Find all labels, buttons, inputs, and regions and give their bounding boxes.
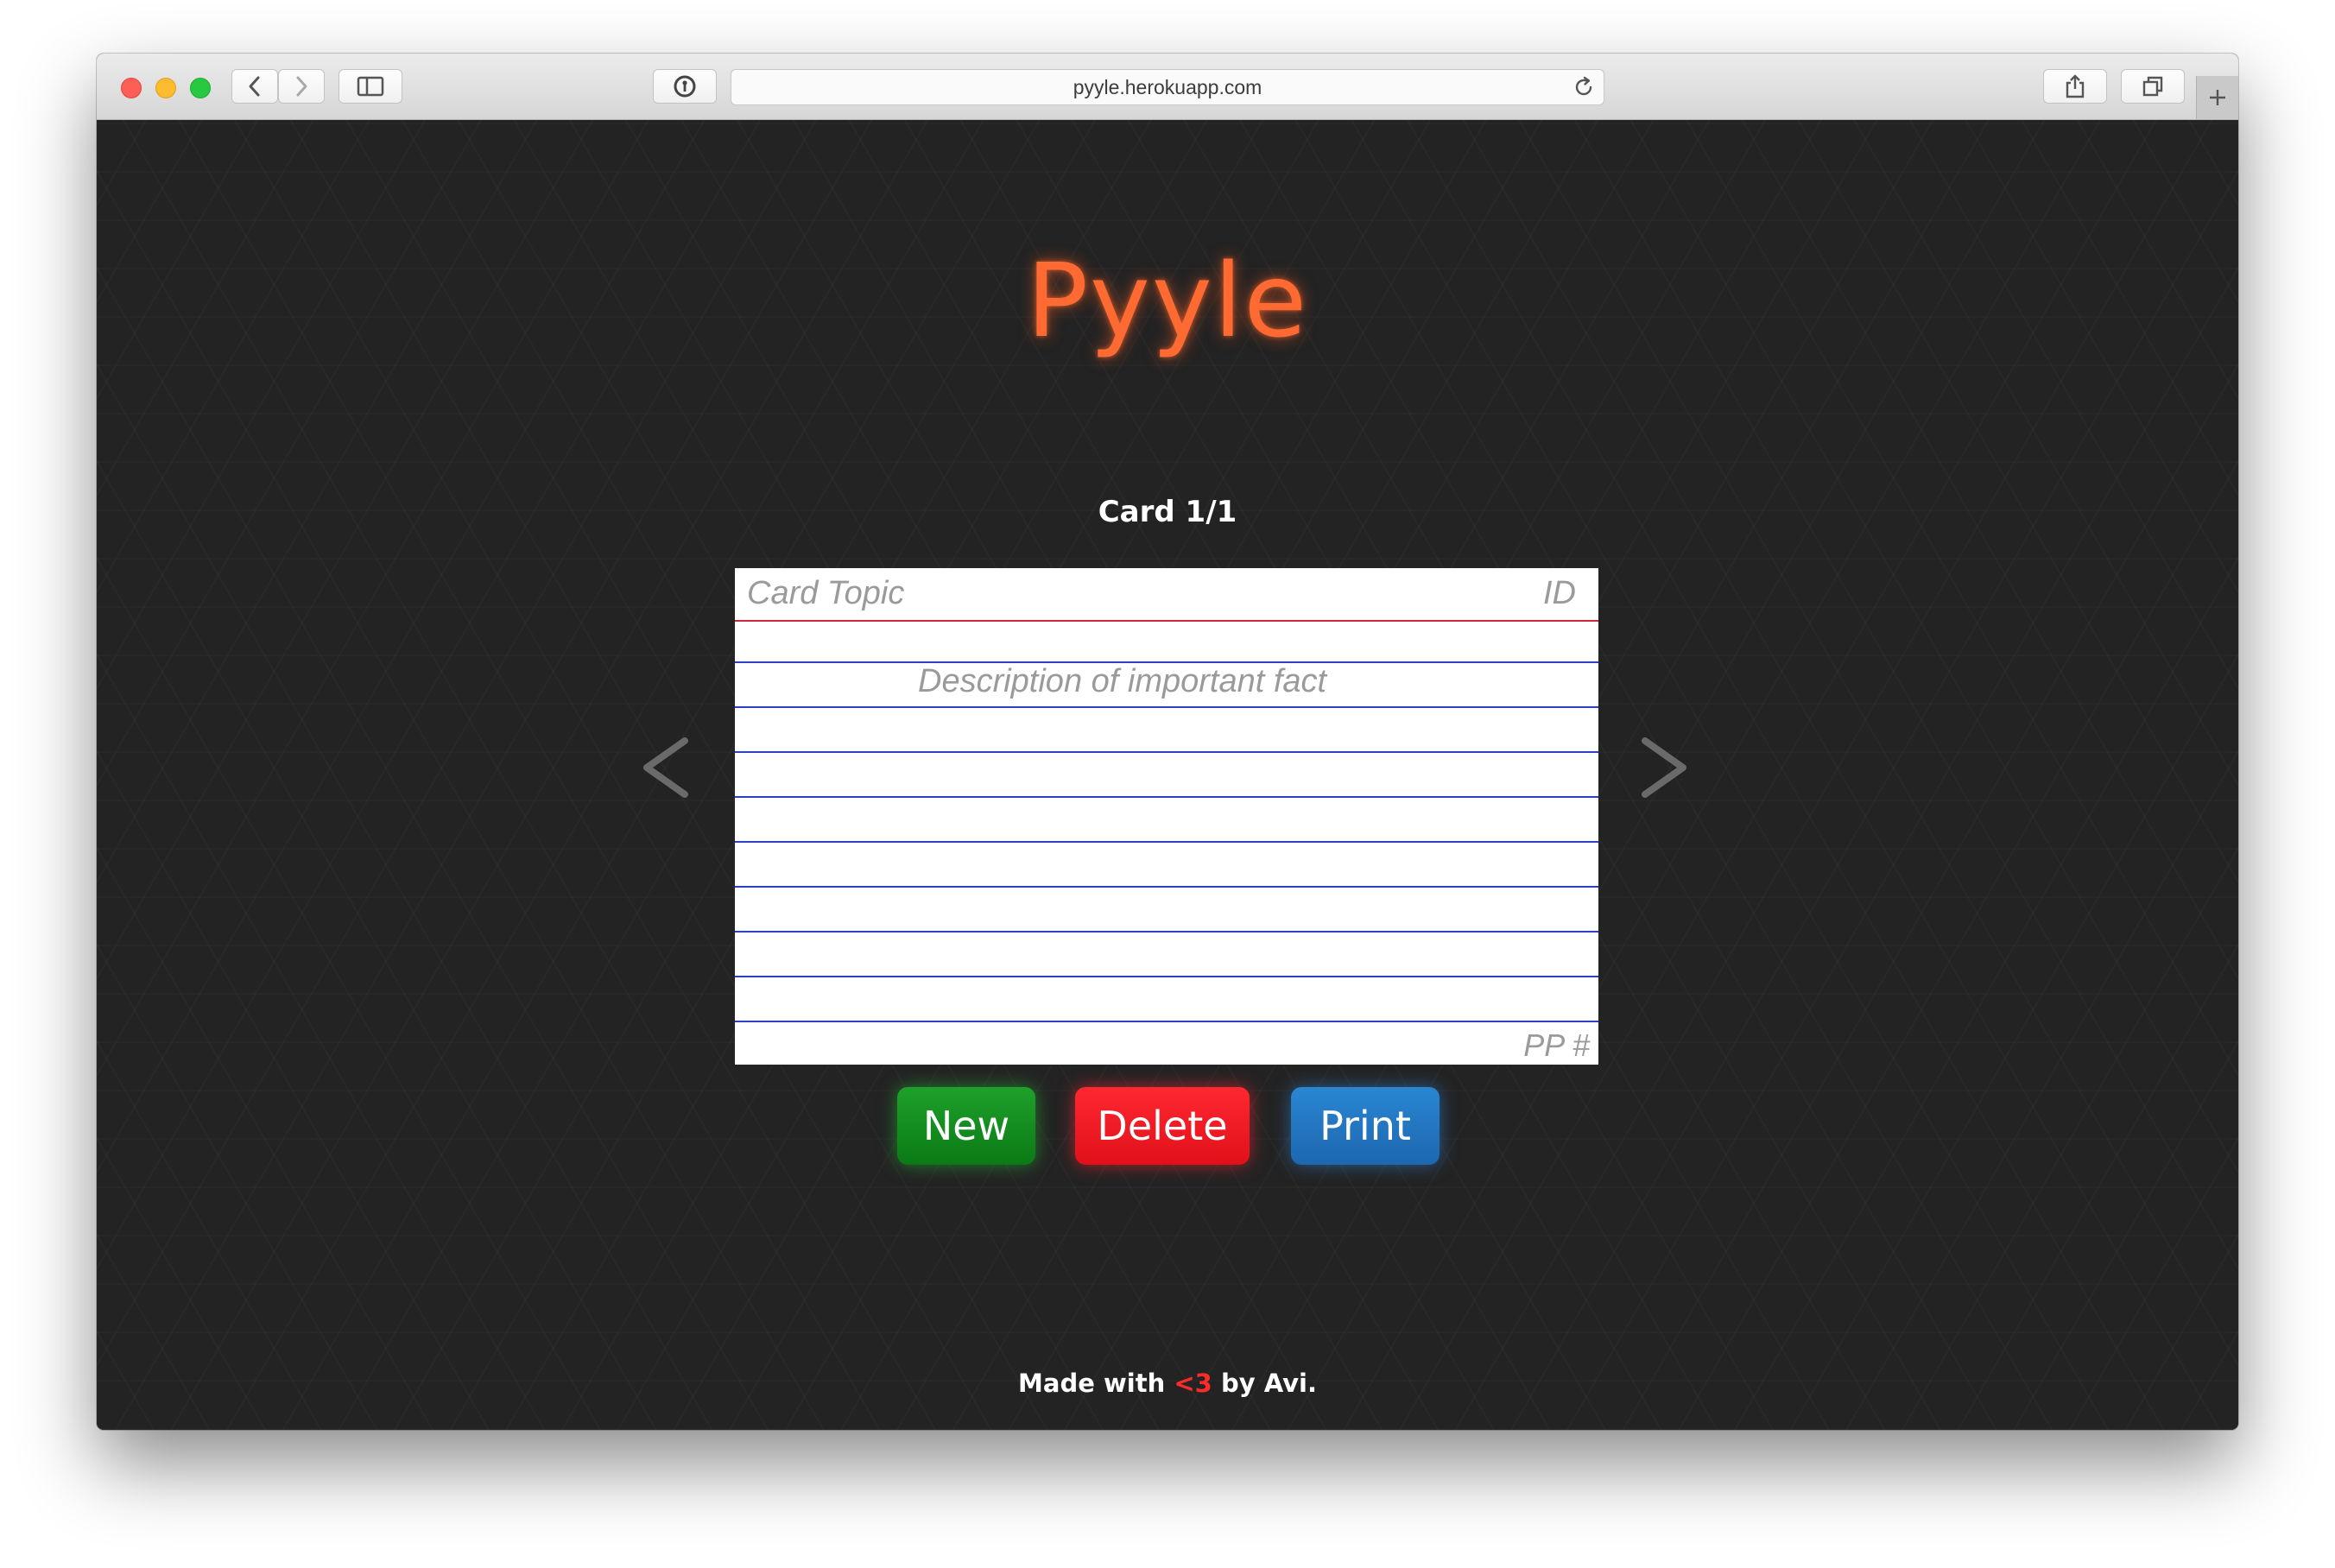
footer-prefix: Made with <box>1018 1369 1166 1398</box>
card-line <box>735 796 1598 798</box>
forward-button[interactable] <box>278 69 325 104</box>
new-card-button[interactable]: New <box>897 1087 1035 1165</box>
share-icon <box>2066 74 2085 98</box>
index-card: Card Topic ID Description of important f… <box>735 568 1598 1065</box>
card-line <box>735 886 1598 888</box>
chevron-left-icon <box>249 76 260 97</box>
card-line <box>735 751 1598 753</box>
browser-window: pyyle.herokuapp.com Pyyle Card 1/1 Card … <box>97 54 2238 1430</box>
footer-heart: <3 <box>1174 1369 1212 1398</box>
window-minimize-button[interactable] <box>155 78 176 98</box>
footer-suffix: by Avi. <box>1220 1369 1317 1398</box>
chevron-left-icon <box>643 737 688 798</box>
share-button[interactable] <box>2043 69 2107 104</box>
footer: Made with <3 by Avi. <box>97 1369 2238 1398</box>
window-zoom-button[interactable] <box>190 78 211 98</box>
card-page-input[interactable]: PP # <box>1523 1027 1590 1064</box>
sidebar-toggle-button[interactable] <box>339 69 402 104</box>
key-icon <box>674 75 696 98</box>
print-button[interactable]: Print <box>1291 1087 1440 1165</box>
reload-icon <box>1575 76 1592 96</box>
address-bar[interactable]: pyyle.herokuapp.com <box>731 69 1604 105</box>
password-button[interactable] <box>653 69 717 104</box>
delete-card-button[interactable]: Delete <box>1075 1087 1250 1165</box>
sidebar-icon <box>357 76 384 97</box>
browser-toolbar: pyyle.herokuapp.com <box>97 54 2238 120</box>
card-fact-input[interactable]: Description of important fact <box>918 663 1326 700</box>
window-close-button[interactable] <box>121 78 142 98</box>
plus-icon <box>2210 90 2225 105</box>
card-id-input[interactable]: ID <box>1543 575 1576 612</box>
card-topic-input[interactable]: Card Topic <box>747 575 904 612</box>
reload-button[interactable] <box>1572 76 1595 104</box>
card-header: Card Topic ID <box>735 568 1598 622</box>
back-button[interactable] <box>231 69 278 104</box>
card-line <box>735 1021 1598 1022</box>
card-counter: Card 1/1 <box>1098 495 1237 529</box>
next-card-button[interactable] <box>1629 724 1698 811</box>
app-logo: Pyyle <box>1026 241 1309 360</box>
tabs-icon <box>2142 76 2163 97</box>
chevron-right-icon <box>1642 737 1686 798</box>
card-line <box>735 976 1598 977</box>
card-line <box>735 841 1598 843</box>
card-line <box>735 706 1598 708</box>
new-tab-button[interactable] <box>2196 76 2238 119</box>
previous-card-button[interactable] <box>632 724 701 811</box>
url-text: pyyle.herokuapp.com <box>1073 75 1262 98</box>
card-line <box>735 931 1598 933</box>
tabs-overview-button[interactable] <box>2121 69 2185 104</box>
chevron-right-icon <box>296 76 307 97</box>
page-content: Pyyle Card 1/1 Card Topic ID Description… <box>97 120 2238 1430</box>
